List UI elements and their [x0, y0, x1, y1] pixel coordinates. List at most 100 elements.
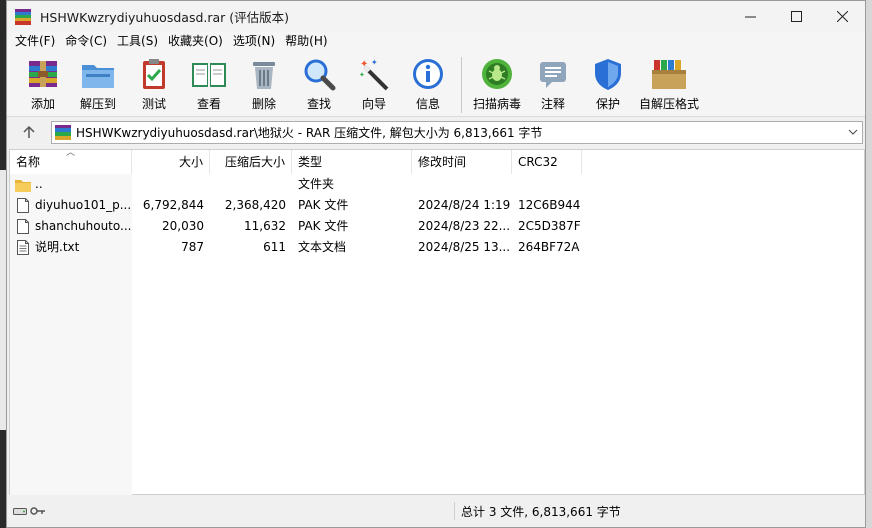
list-header: ︿ 名称 大小 压缩后大小 类型 修改时间 CRC32	[10, 148, 864, 174]
wizard-wand-icon: ✦ ✦ ✦	[355, 55, 393, 93]
menu-file[interactable]: 文件(F)	[10, 32, 60, 51]
address-path: HSHWKwzrydiyuhuosdasd.rar\地狱火 - RAR 压缩文件…	[76, 125, 543, 140]
column-header-packed-label: 压缩后大小	[224, 155, 285, 169]
key-icon[interactable]	[30, 506, 46, 516]
menu-options[interactable]: 选项(N)	[228, 32, 280, 51]
folder-icon	[15, 177, 31, 193]
address-row: HSHWKwzrydiyuhuosdasd.rar\地狱火 - RAR 压缩文件…	[7, 117, 865, 147]
menu-tools[interactable]: 工具(S)	[112, 32, 163, 51]
menu-help[interactable]: 帮助(H)	[280, 32, 332, 51]
file-name: 说明.txt	[35, 240, 80, 254]
list-item[interactable]: 说明.txt 787 611 文本文档 2024/8/25 13... 264B…	[10, 237, 864, 258]
rar-archive-icon	[55, 124, 71, 140]
minimize-button[interactable]	[727, 1, 773, 32]
file-name: ..	[35, 177, 43, 191]
extract-to-label: 解压到	[79, 97, 116, 111]
file-modified: 2024/8/24 1:19	[418, 198, 511, 212]
minimize-icon	[744, 16, 756, 18]
arrow-up-icon	[23, 125, 35, 138]
virus-scan-button[interactable]: 扫描病毒	[468, 55, 526, 112]
file-size: 787	[181, 240, 204, 254]
svg-text:✦: ✦	[371, 58, 378, 67]
drive-icon[interactable]	[13, 506, 27, 516]
protect-label: 保护	[595, 97, 620, 111]
comment-button[interactable]: 注释	[526, 55, 580, 112]
test-button[interactable]: 测试	[127, 55, 181, 112]
file-icon	[15, 198, 31, 214]
add-button[interactable]: 添加	[17, 55, 69, 112]
column-header-type[interactable]: 类型	[292, 150, 412, 174]
comment-icon	[534, 55, 572, 93]
file-icon	[15, 219, 31, 235]
svg-text:✦: ✦	[359, 71, 365, 79]
file-type: 文本文档	[298, 240, 347, 254]
column-header-name-label: 名称	[16, 155, 41, 169]
sfx-label: 自解压格式	[638, 97, 699, 111]
menu-favorites[interactable]: 收藏夹(O)	[163, 32, 228, 51]
menu-bar: 文件(F) 命令(C) 工具(S) 收藏夹(O) 选项(N) 帮助(H)	[7, 32, 865, 51]
extract-to-button[interactable]: 解压到	[69, 55, 127, 112]
file-type: 文件夹	[298, 177, 335, 191]
address-bar[interactable]: HSHWKwzrydiyuhuosdasd.rar\地狱火 - RAR 压缩文件…	[51, 120, 863, 144]
file-modified: 2024/8/25 13...	[418, 240, 511, 254]
view-book-icon	[190, 55, 228, 93]
up-one-level-button[interactable]	[7, 125, 51, 139]
file-packed-size: 2,368,420	[224, 198, 286, 212]
column-header-crc-label: CRC32	[518, 155, 558, 169]
chevron-down-icon	[848, 129, 858, 135]
column-header-size[interactable]: 大小	[132, 150, 210, 174]
find-button[interactable]: 查找	[291, 55, 347, 112]
add-label: 添加	[30, 97, 55, 111]
file-crc: 2C5D387F	[518, 219, 581, 233]
list-item[interactable]: shanchuhouto... 20,030 11,632 PAK 文件 202…	[10, 216, 864, 237]
status-bar: 总计 3 文件, 6,813,661 字节	[7, 498, 865, 524]
maximize-button[interactable]	[773, 1, 819, 32]
sfx-button[interactable]: 自解压格式	[636, 55, 702, 112]
column-header-mtime-label: 修改时间	[418, 155, 467, 169]
maximize-icon	[790, 11, 802, 22]
test-label: 测试	[141, 97, 166, 111]
shield-icon	[589, 55, 627, 93]
toolbar: 添加 解压到 测试 查看 删除 查找 ✦ ✦ ✦ 向导 信息 扫描病毒 注释 保…	[7, 51, 865, 117]
text-file-icon	[15, 240, 31, 256]
column-header-crc[interactable]: CRC32	[512, 150, 582, 174]
delete-button[interactable]: 删除	[237, 55, 291, 112]
view-button[interactable]: 查看	[181, 55, 237, 112]
menu-commands[interactable]: 命令(C)	[60, 32, 112, 51]
list-item-parent-folder[interactable]: .. 文件夹	[10, 174, 864, 195]
column-header-name[interactable]: ︿ 名称	[10, 148, 132, 174]
list-item[interactable]: diyuhuo101_p.... 6,792,844 2,368,420 PAK…	[10, 195, 864, 216]
column-header-mtime[interactable]: 修改时间	[412, 150, 512, 174]
winrar-app-icon	[15, 8, 31, 25]
protect-button[interactable]: 保护	[580, 55, 636, 112]
svg-text:✦: ✦	[360, 59, 368, 70]
file-crc: 264BF72A	[518, 240, 580, 254]
magnifier-icon	[300, 55, 338, 93]
close-button[interactable]	[819, 1, 865, 32]
trash-icon	[245, 55, 283, 93]
address-dropdown-button[interactable]	[844, 129, 862, 135]
comment-label: 注释	[540, 97, 565, 111]
file-type: PAK 文件	[298, 198, 349, 212]
title-bar: HSHWKwzrydiyuhuosdasd.rar (评估版本)	[7, 1, 865, 32]
close-icon	[836, 11, 848, 22]
info-icon	[409, 55, 447, 93]
file-crc: 12C6B944	[518, 198, 581, 212]
info-button[interactable]: 信息	[401, 55, 455, 112]
file-name: shanchuhouto...	[35, 219, 132, 233]
delete-label: 删除	[251, 97, 276, 111]
test-clipboard-icon	[135, 55, 173, 93]
column-header-packed[interactable]: 压缩后大小	[210, 150, 292, 174]
window-title: HSHWKwzrydiyuhuosdasd.rar (评估版本)	[40, 10, 290, 25]
toolbar-separator	[461, 57, 462, 113]
virus-scan-icon	[478, 55, 516, 93]
info-label: 信息	[415, 97, 440, 111]
sfx-box-icon	[650, 55, 688, 93]
file-name: diyuhuo101_p....	[35, 198, 132, 212]
file-packed-size: 11,632	[244, 219, 286, 233]
file-size: 20,030	[162, 219, 204, 233]
winrar-window: HSHWKwzrydiyuhuosdasd.rar (评估版本) 文件(F) 命…	[6, 0, 866, 528]
wizard-button[interactable]: ✦ ✦ ✦ 向导	[347, 55, 401, 112]
virus-scan-label: 扫描病毒	[472, 97, 521, 111]
sort-ascending-icon: ︿	[66, 148, 76, 158]
